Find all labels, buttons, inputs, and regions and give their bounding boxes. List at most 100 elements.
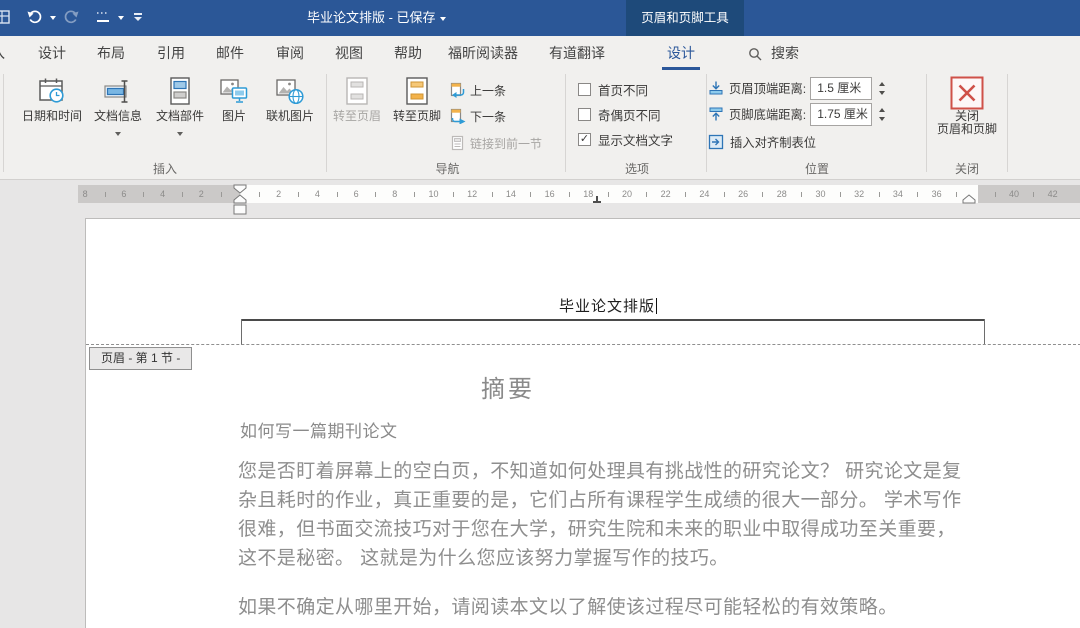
ruler-text-area	[240, 185, 978, 203]
document-info-button[interactable]: 文档信息	[88, 74, 148, 141]
insert-alignment-tab-button[interactable]: 插入对齐制表位	[708, 130, 816, 154]
group-label-options: 选项	[568, 160, 706, 177]
checkbox-icon[interactable]	[578, 83, 591, 96]
goto-footer-label: 转至页脚	[386, 110, 448, 123]
tab-stop-marker[interactable]	[592, 196, 602, 204]
ruler-tick	[375, 192, 376, 197]
group-label-close: 关闭	[928, 160, 1006, 177]
first-line-indent-marker[interactable]	[233, 184, 247, 194]
tab-insert-partial[interactable]: 入	[0, 36, 5, 70]
title-dropdown-caret[interactable]	[440, 17, 446, 21]
goto-header-label: 转至页眉	[330, 110, 384, 123]
group-options: 首页不同 奇偶页不同 ✓ 显示文档文字 选项	[568, 70, 706, 179]
ruler-tick	[879, 192, 880, 197]
tab-view[interactable]: 视图	[335, 36, 363, 70]
header-boundary-line	[86, 344, 1080, 345]
checkbox-icon[interactable]: ✓	[578, 133, 591, 146]
undo-dropdown-caret[interactable]	[50, 16, 56, 20]
ruler-tick	[337, 192, 338, 197]
header-underline	[241, 319, 985, 321]
ruler-number: 36	[932, 185, 942, 203]
pictures-button[interactable]: 图片	[212, 74, 256, 123]
ruler-tick	[492, 192, 493, 197]
ruler-tick	[917, 192, 918, 197]
next-button[interactable]: 下一条	[450, 106, 506, 126]
date-time-button[interactable]: 日期和时间	[14, 74, 90, 123]
checkbox-different-first-page[interactable]: 首页不同	[578, 80, 648, 98]
tab-references[interactable]: 引用	[157, 36, 185, 70]
tab-review[interactable]: 审阅	[276, 36, 304, 70]
document-title[interactable]: 毕业论文排版 - 已保存	[307, 0, 446, 36]
redo-icon	[62, 8, 80, 26]
quick-parts-label: 文档部件	[150, 110, 210, 123]
quick-parts-button[interactable]: 文档部件	[150, 74, 210, 141]
close-header-footer-button[interactable]: 关闭页眉和页脚	[928, 74, 1006, 136]
right-indent-marker[interactable]	[962, 194, 976, 204]
ruler-number: 8	[83, 185, 88, 203]
group-divider	[1007, 74, 1008, 172]
group-close: 关闭页眉和页脚 关闭	[928, 70, 1006, 179]
quick-parts-icon	[150, 74, 210, 108]
ruler-tick	[453, 192, 454, 197]
footer-distance-input[interactable]: 1.75 厘米	[810, 103, 872, 126]
spin-up-button[interactable]	[877, 105, 886, 114]
search-icon	[748, 47, 763, 62]
customize-qat-caret[interactable]	[134, 17, 142, 21]
next-icon	[450, 108, 466, 124]
online-pictures-button[interactable]: 联机图片	[258, 74, 322, 123]
group-divider	[565, 74, 566, 172]
ruler-tick	[569, 192, 570, 197]
header-distance-icon	[708, 80, 724, 96]
border-tool-icon[interactable]	[94, 8, 112, 26]
undo-icon[interactable]	[26, 8, 44, 26]
close-label-line2: 页眉和页脚	[937, 122, 997, 136]
ruler-number: 14	[506, 185, 516, 203]
tab-foxit-reader[interactable]: 福昕阅读器	[448, 36, 518, 70]
close-label-line1: 关闭	[955, 109, 979, 123]
search-label: 搜索	[771, 45, 799, 61]
text-cursor	[656, 298, 657, 314]
body-paragraph-1: 您是否盯着屏幕上的空白页，不知道如何处理具有挑战性的研究论文？ 研究论文是复 杂…	[238, 457, 961, 573]
table-tool-icon[interactable]	[0, 8, 12, 26]
tab-header-footer-design[interactable]: 设计	[662, 36, 700, 70]
previous-button[interactable]: 上一条	[450, 80, 506, 100]
document-page[interactable]: 毕业论文排版 页眉 - 第 1 节 - 摘要 如何写一篇期刊论文 您是否盯着屏幕…	[85, 218, 1080, 628]
ruler-tick	[298, 192, 299, 197]
search-control[interactable]: 搜索	[748, 36, 799, 70]
header-distance-input[interactable]: 1.5 厘米	[810, 77, 872, 100]
pictures-label: 图片	[212, 110, 256, 123]
group-label-navigation: 导航	[330, 160, 565, 177]
spin-down-button[interactable]	[877, 114, 886, 123]
checkbox-label: 奇偶页不同	[598, 105, 661, 124]
checkbox-different-odd-even[interactable]: 奇偶页不同	[578, 105, 661, 123]
ruler-number: 10	[428, 185, 438, 203]
group-divider	[706, 74, 707, 172]
border-tool-caret[interactable]	[118, 16, 124, 20]
checkbox-show-document-text[interactable]: ✓ 显示文档文字	[578, 130, 673, 148]
body-line: 杂且耗时的作业，真正重要的是，它们占所有课程学生成绩的很大一部分。 学术写作	[238, 486, 961, 515]
ribbon: 日期和时间 文档信息 文档部件 图片 联机图片 插入 转至页眉 转至	[0, 70, 1080, 180]
spin-up-button[interactable]	[877, 79, 886, 88]
tab-youdao-translate[interactable]: 有道翻译	[549, 36, 605, 70]
tab-layout[interactable]: 布局	[97, 36, 125, 70]
tab-mailings[interactable]: 邮件	[216, 36, 244, 70]
alignment-tab-label: 插入对齐制表位	[730, 133, 816, 151]
tab-design[interactable]: 设计	[38, 36, 66, 70]
goto-footer-button[interactable]: 转至页脚	[386, 74, 448, 123]
ruler-tick	[530, 192, 531, 197]
close-header-footer-icon	[928, 74, 1006, 108]
horizontal-ruler[interactable]: 8642246810121416182022242628303234364042	[0, 185, 1080, 203]
spin-down-button[interactable]	[877, 88, 886, 97]
ruler-tick	[840, 192, 841, 197]
customize-qat-icon[interactable]	[134, 13, 142, 15]
tab-help[interactable]: 帮助	[394, 36, 422, 70]
header-text[interactable]: 毕业论文排版	[559, 295, 657, 316]
checkbox-label: 首页不同	[598, 80, 648, 99]
header-distance-label: 页眉顶端距离:	[729, 79, 806, 97]
checkbox-icon[interactable]	[578, 108, 591, 121]
left-indent-marker[interactable]	[233, 204, 247, 215]
hanging-indent-marker[interactable]	[233, 194, 247, 204]
ruler-number: 30	[815, 185, 825, 203]
ruler-number: 28	[777, 185, 787, 203]
title-bar: 毕业论文排版 - 已保存 页眉和页脚工具	[0, 0, 1080, 36]
